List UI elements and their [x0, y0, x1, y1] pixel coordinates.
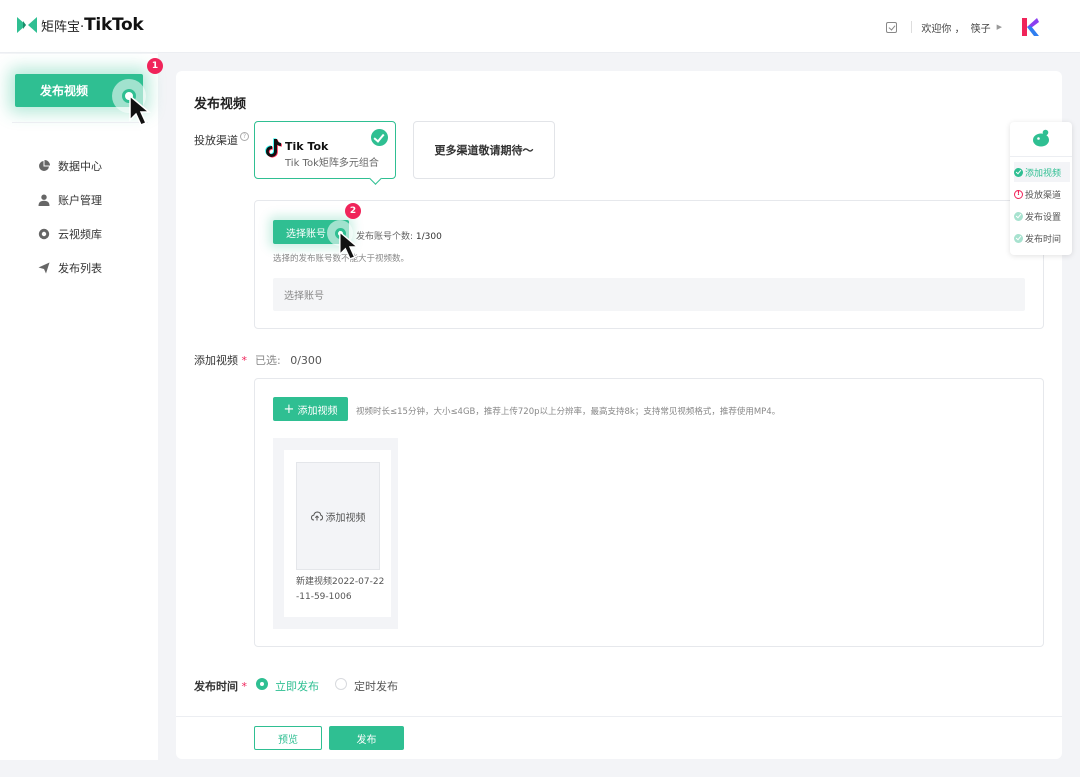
cursor-arrow-icon — [129, 94, 152, 126]
selected-check-icon — [371, 129, 388, 146]
check-circle-icon — [1014, 211, 1023, 221]
video-selected-value: 0/300 — [290, 354, 322, 367]
mascot-logo-icon — [1033, 129, 1049, 147]
step-label: 投放渠道 — [1025, 190, 1062, 201]
logo-text: 矩阵宝· — [41, 19, 85, 35]
warning-circle-icon — [1014, 189, 1023, 199]
radio-scheduled-label[interactable]: 定时发布 — [354, 678, 398, 694]
radio-immediate[interactable] — [256, 678, 268, 690]
footer-divider — [176, 716, 1062, 717]
add-video-button-label: 添加视频 — [297, 405, 338, 417]
cloud-video-icon — [38, 228, 50, 240]
publish-button[interactable]: 发布 — [329, 726, 404, 750]
account-panel: 选择账号 发布账号个数: 1/300 选择的发布账号数不能大于视频数。 选择账号 — [254, 200, 1044, 329]
sidebar-item-account-management[interactable]: 账户管理 — [38, 183, 102, 217]
channel-card-tiktok[interactable]: Tik Tok Tik Tok矩阵多元组合 — [254, 121, 396, 179]
page-title: 发布视频 — [194, 97, 247, 112]
sidebar-item-data-center[interactable]: 数据中心 — [38, 149, 102, 183]
account-select-input[interactable]: 选择账号 — [273, 278, 1025, 311]
radio-immediate-label[interactable]: 立即发布 — [275, 678, 319, 694]
step-add-video[interactable]: 添加视频 — [1014, 162, 1070, 182]
sidebar-item-label: 云视频库 — [58, 228, 102, 241]
tiktok-logo-icon — [265, 138, 282, 158]
channel-card-more: 更多渠道敬请期待～ — [413, 121, 555, 179]
radio-scheduled[interactable] — [335, 678, 347, 690]
video-name: 新建视频2022-07-22-11-59-1006 — [296, 577, 385, 602]
video-thumbnail-upload[interactable]: 添加视频 — [296, 462, 380, 570]
step-badge-2: 2 — [345, 203, 361, 219]
caret-right-icon[interactable]: ▶ — [997, 23, 1002, 31]
step-publish-time[interactable]: 发布时间 — [1014, 228, 1070, 248]
account-count: 发布账号个数: 1/300 — [356, 229, 442, 242]
video-upload-hint: 视频时长≤15分钟，大小≤4GB，推荐上传720p以上分辨率，最高支持8k；支持… — [356, 407, 781, 417]
brand-k-logo-icon[interactable] — [1020, 16, 1040, 38]
video-selected-count: 已选: 0/300 — [255, 352, 322, 368]
preview-button[interactable]: 预览 — [254, 726, 322, 750]
sidebar-menu: 数据中心 账户管理 云视频库 发布列表 — [38, 149, 102, 285]
sidebar-item-label: 发布列表 — [58, 262, 102, 275]
step-label: 添加视频 — [1025, 168, 1062, 179]
welcome-text: 欢迎你 ， — [921, 23, 965, 35]
sidebar-item-label: 数据中心 — [58, 160, 102, 173]
video-item: 添加视频 新建视频2022-07-22-11-59-1006 — [273, 438, 398, 629]
sidebar: 发布视频 数据中心 账户管理 云视频库 发布列表 — [0, 54, 158, 760]
sidebar-item-publish-list[interactable]: 发布列表 — [38, 251, 102, 285]
required-mark: * — [238, 354, 247, 367]
account-count-prefix: 发布账号个数: — [356, 232, 416, 242]
publish-time-label-text: 发布时间 — [194, 680, 238, 693]
header-user-area: 欢迎你 ， 筷子 ▶ — [886, 16, 1040, 38]
account-count-value: 1/300 — [415, 232, 442, 242]
video-selected-prefix: 已选: — [255, 354, 281, 367]
video-panel: + 添加视频 视频时长≤15分钟，大小≤4GB，推荐上传720p以上分辨率，最高… — [254, 378, 1044, 647]
publish-form-card: 发布视频 投放渠道? Tik Tok Tik Tok矩阵多元组合 更多渠道敬请期… — [176, 71, 1062, 759]
task-check-icon[interactable] — [886, 21, 898, 33]
logo[interactable]: 矩阵宝· TikTok — [16, 15, 144, 35]
video-label: 添加视频 * — [194, 352, 247, 368]
pie-chart-icon — [39, 160, 50, 171]
header-divider — [911, 21, 913, 33]
logo-mark-icon — [17, 17, 37, 33]
channel-tiktok-name: Tik Tok — [285, 140, 329, 153]
plus-icon: + — [283, 401, 295, 417]
sidebar-item-label: 账户管理 — [58, 194, 102, 207]
channel-label-text: 投放渠道 — [194, 134, 238, 147]
check-circle-icon — [1014, 233, 1023, 243]
step-navigator-divider — [1010, 156, 1072, 157]
required-mark: * — [238, 680, 247, 693]
cursor-arrow-icon — [339, 230, 360, 260]
logo-tiktok: TikTok — [84, 15, 144, 35]
step-label: 发布设置 — [1025, 212, 1062, 223]
channel-label: 投放渠道? — [194, 132, 249, 148]
username[interactable]: 筷子 — [971, 20, 991, 35]
step-channel[interactable]: 投放渠道 — [1014, 184, 1070, 204]
step-label: 发布时间 — [1025, 234, 1062, 245]
check-circle-icon — [1014, 167, 1023, 177]
video-label-text: 添加视频 — [194, 354, 238, 367]
sidebar-item-cloud-video-library[interactable]: 云视频库 — [38, 217, 102, 251]
top-header: 矩阵宝· TikTok 欢迎你 ， 筷子 ▶ — [0, 0, 1080, 53]
send-icon — [38, 262, 50, 274]
publish-time-label: 发布时间 * — [194, 678, 247, 694]
video-thumbnail-label: 添加视频 — [325, 512, 366, 524]
user-icon — [38, 194, 50, 206]
step-badge-1: 1 — [147, 58, 163, 74]
step-navigator: 添加视频 投放渠道 发布设置 发布时间 — [1010, 122, 1072, 255]
step-publish-settings[interactable]: 发布设置 — [1014, 206, 1070, 226]
cloud-upload-icon — [310, 511, 323, 521]
video-card[interactable]: 添加视频 新建视频2022-07-22-11-59-1006 — [284, 450, 391, 617]
help-icon[interactable]: ? — [240, 132, 249, 141]
channel-tiktok-subtitle: Tik Tok矩阵多元组合 — [285, 158, 379, 169]
add-video-button[interactable]: + 添加视频 — [273, 397, 348, 421]
